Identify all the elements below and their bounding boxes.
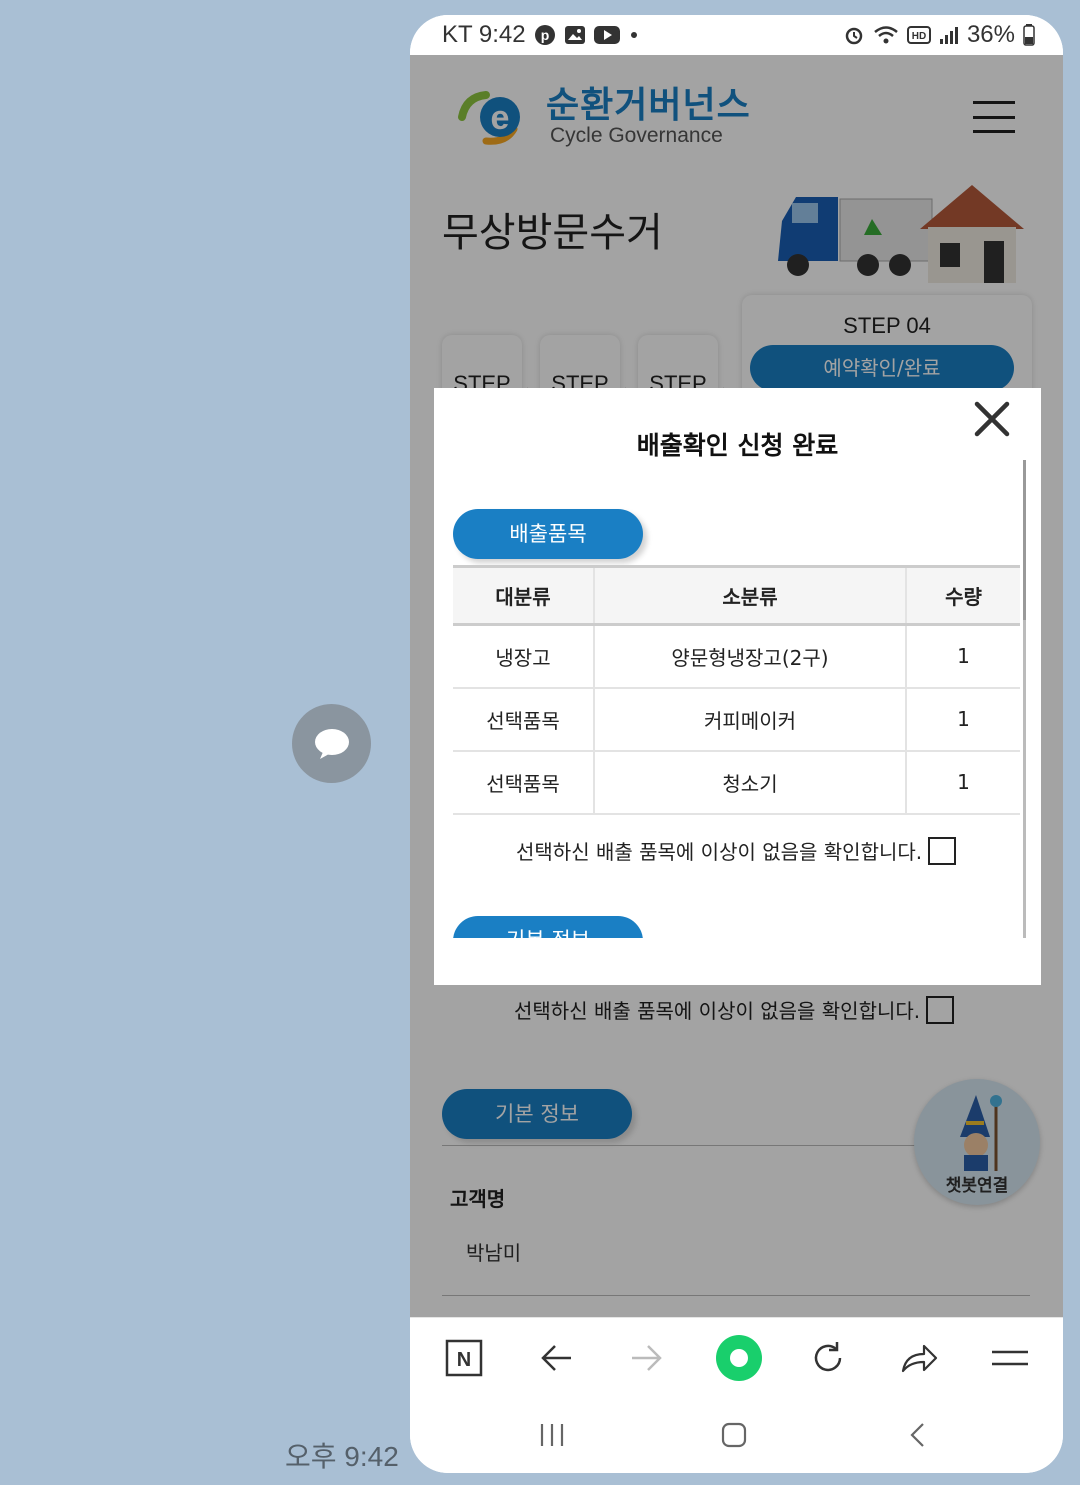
category-cell: 선택품목: [453, 750, 594, 815]
subcategory-cell: 커피메이커: [593, 687, 906, 752]
column-header: 수량: [905, 565, 1020, 626]
category-cell: 냉장고: [453, 624, 594, 689]
speech-bubble-icon: [314, 728, 349, 759]
green-dot-home-icon[interactable]: [715, 1334, 763, 1382]
alarm-icon: [843, 24, 865, 46]
quantity-cell: 1: [905, 624, 1020, 689]
table-header-row: 대분류 소분류 수량: [453, 565, 1020, 626]
android-nav-bar: [410, 1397, 1063, 1473]
category-cell: 선택품목: [453, 687, 594, 752]
gallery-icon: [564, 24, 586, 46]
back-arrow-icon[interactable]: [536, 1338, 576, 1378]
modal-body: 배출품목 대분류 소분류 수량 냉장고 양문형냉장고(2구) 1 선택품목 커피…: [434, 498, 1041, 938]
modal-confirm-row: 선택하신 배출 품목에 이상이 없음을 확인합니다.: [516, 836, 957, 865]
youtube-icon: [593, 25, 620, 45]
column-header: 대분류: [453, 565, 594, 626]
subcategory-cell: 양문형냉장고(2구): [593, 624, 906, 689]
pinterest-icon: p: [534, 24, 556, 46]
forward-arrow-icon[interactable]: [627, 1338, 667, 1378]
carrier-time: KT 9:42: [442, 21, 526, 48]
emission-items-table: 대분류 소분류 수량 냉장고 양문형냉장고(2구) 1 선택품목 커피메이커 1…: [453, 565, 1020, 815]
quantity-cell: 1: [905, 687, 1020, 752]
column-header: 소분류: [593, 565, 906, 626]
table-row: 선택품목 커피메이커 1: [453, 687, 1020, 752]
subcategory-cell: 청소기: [593, 750, 906, 815]
wifi-icon: [873, 25, 899, 45]
modal-title: 배출확인 신청 완료: [636, 431, 839, 460]
battery-percent: 36%: [966, 21, 1015, 48]
emission-items-button[interactable]: 배출품목: [453, 509, 643, 559]
emission-confirm-modal: 배출확인 신청 완료 배출품목 대분류 소분류 수량 냉장고 양문형냉장고(2구…: [434, 388, 1041, 985]
recent-apps-icon[interactable]: [532, 1417, 572, 1453]
chat-bubble-button[interactable]: [292, 704, 371, 783]
home-icon[interactable]: [714, 1417, 754, 1453]
quantity-cell: 1: [905, 750, 1020, 815]
svg-text:N: N: [457, 1349, 471, 1371]
signal-icon: [939, 25, 959, 45]
nav-back-icon[interactable]: [898, 1417, 938, 1453]
message-timestamp: 오후 9:42: [285, 1441, 399, 1472]
share-icon[interactable]: [899, 1338, 939, 1378]
refresh-icon[interactable]: [808, 1338, 848, 1378]
basic-info-section-button[interactable]: 기본 정보: [453, 916, 643, 938]
web-page: e 순환거버넌스 Cycle Governance 무상방문수거 STEP ST…: [410, 55, 1063, 1317]
notification-dot-icon: [628, 29, 640, 41]
svg-text:HD: HD: [912, 31, 926, 42]
battery-icon: [1023, 24, 1035, 46]
modal-confirm-text: 선택하신 배출 품목에 이상이 없음을 확인합니다.: [516, 840, 923, 864]
status-bar: KT 9:42 p HD 36%: [410, 15, 1063, 55]
menu-icon[interactable]: [990, 1338, 1030, 1378]
naver-home-icon[interactable]: N: [444, 1338, 484, 1378]
table-row: 냉장고 양문형냉장고(2구) 1: [453, 624, 1020, 689]
svg-text:p: p: [540, 27, 549, 43]
modal-confirm-checkbox[interactable]: [928, 836, 957, 865]
table-row: 선택품목 청소기 1: [453, 750, 1020, 815]
phone-screenshot: KT 9:42 p HD 36% e 순환거버넌스 Cycle Governan…: [410, 15, 1063, 1473]
browser-toolbar: N: [410, 1317, 1063, 1397]
hd-voice-icon: HD: [906, 26, 931, 44]
